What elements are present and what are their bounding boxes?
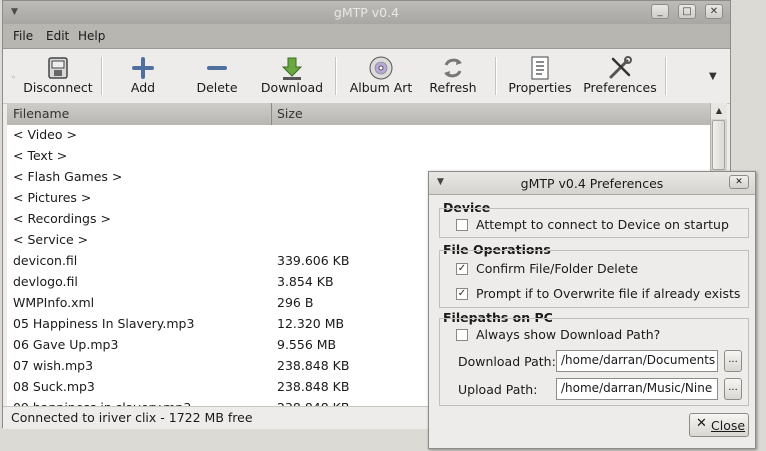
preferences-button[interactable]: Preferences [579,49,661,101]
album-art-label: Album Art [349,80,413,95]
filepaths-section: Always show Download Path? Download Path… [439,318,749,406]
disconnect-button[interactable]: Disconnect [21,49,95,101]
toolbar-separator [665,57,667,95]
title-bar[interactable]: ▼ gMTP v0.4 _ □ ✕ [3,1,730,24]
filename-cell: < Service > [13,232,89,247]
download-path-field[interactable]: /home/darran/Documents [556,350,718,372]
menu-edit[interactable]: Edit [46,29,69,43]
scroll-up-icon[interactable]: ▲ [711,103,727,119]
preferences-label: Preferences [583,80,657,95]
disconnect-icon [48,57,68,79]
connect-startup-checkbox[interactable] [456,219,468,231]
prompt-overwrite-label: Prompt if to Overwrite file if already e… [476,286,741,301]
connect-startup-label: Attempt to connect to Device on startup [476,217,729,232]
toolbar-overflow-icon[interactable]: ▼ [709,71,717,82]
scroll-thumb[interactable] [712,120,725,170]
upload-path-field[interactable]: /home/darran/Music/Nine [556,378,718,400]
preferences-icon [609,56,632,79]
filename-cell: < Video > [13,127,77,142]
album-art-button[interactable]: Album Art [343,49,419,101]
refresh-button[interactable]: Refresh [421,49,485,101]
size-cell: 9.556 MB [277,337,337,352]
dialog-close-icon[interactable]: ✕ [729,175,749,189]
size-cell: 238.848 KB [277,358,350,373]
confirm-delete-label: Confirm File/Folder Delete [476,261,639,276]
upload-path-label: Upload Path: [458,382,538,397]
menu-bar: File Edit Help [3,24,730,49]
filename-cell: 06 Gave Up.mp3 [13,337,119,352]
filename-cell: 07 wish.mp3 [13,358,94,373]
dialog-title: gMTP v0.4 Preferences [520,176,664,191]
add-button[interactable]: Add [111,49,175,101]
status-text: Connected to iriver clix - 1722 MB free [11,410,253,425]
close-button[interactable]: ✕ Close [689,413,749,437]
toolbar-separator [495,57,497,95]
filename-cell: < Flash Games > [13,169,123,184]
properties-button[interactable]: Properties [505,49,575,101]
size-cell: 296 B [277,295,314,310]
download-path-browse-button[interactable]: ... [724,350,742,372]
dialog-title-bar[interactable]: ▼ gMTP v0.4 Preferences ✕ [429,172,755,195]
maximize-button[interactable]: □ [678,4,696,19]
filename-cell: < Text > [13,148,68,163]
filename-cell: WMPInfo.xml [13,295,95,310]
minimize-button[interactable]: _ [651,4,669,19]
download-path-label: Download Path: [458,354,556,369]
refresh-label: Refresh [429,80,477,95]
filename-header-label: Filename [13,106,70,121]
filename-cell: 08 Suck.mp3 [13,379,95,394]
filename-cell: devicon.fil [13,253,78,268]
list-item[interactable]: < Video > [7,125,710,146]
filename-cell: < Recordings > [13,211,111,226]
disconnect-label: Disconnect [23,80,93,95]
delete-button[interactable]: Delete [185,49,249,101]
always-show-checkbox[interactable] [456,329,468,341]
file-ops-section: ✓ Confirm File/Folder Delete ✓ Prompt if… [439,250,749,308]
menu-file[interactable]: File [13,29,33,43]
filename-cell: 05 Happiness In Slavery.mp3 [13,316,195,331]
toolbar-separator [335,57,337,95]
refresh-icon [444,58,462,78]
delete-icon [207,66,227,70]
close-icon: ✕ [696,416,707,431]
close-button-label: Close [711,418,746,433]
size-cell: 12.320 MB [277,316,345,331]
toolbar-grip-icon[interactable]: ◦ [11,73,16,82]
preferences-dialog: ▼ gMTP v0.4 Preferences ✕ Device Attempt… [428,171,756,449]
album-art-icon [369,56,393,80]
device-section: Attempt to connect to Device on startup [439,208,749,238]
add-label: Add [130,80,156,95]
download-label: Download [260,80,324,95]
download-button[interactable]: Download [257,49,327,101]
upload-path-browse-button[interactable]: ... [724,378,742,400]
always-show-label: Always show Download Path? [476,327,661,342]
download-icon [281,57,303,80]
filename-cell: devlogo.fil [13,274,78,289]
size-cell: 3.854 KB [277,274,334,289]
properties-icon [531,56,549,80]
close-window-button[interactable]: ✕ [705,4,723,19]
menu-help[interactable]: Help [78,29,105,43]
size-column-header[interactable]: Size [277,106,303,121]
add-icon [132,57,154,79]
list-header: Filename Size [7,103,710,126]
filename-column-header[interactable]: Filename [7,103,272,125]
size-cell: 339.606 KB [277,253,350,268]
window-title: gMTP v0.4 [333,5,400,20]
filename-cell: < Pictures > [13,190,92,205]
list-item[interactable]: < Text > [7,146,710,167]
size-cell: 238.848 KB [277,379,350,394]
toolbar: ◦ Disconnect Add Delete Download Album A… [3,49,730,104]
confirm-delete-checkbox[interactable]: ✓ [456,263,468,275]
properties-label: Properties [508,80,572,95]
prompt-overwrite-checkbox[interactable]: ✓ [456,288,468,300]
delete-label: Delete [196,80,238,95]
toolbar-separator [101,57,103,95]
